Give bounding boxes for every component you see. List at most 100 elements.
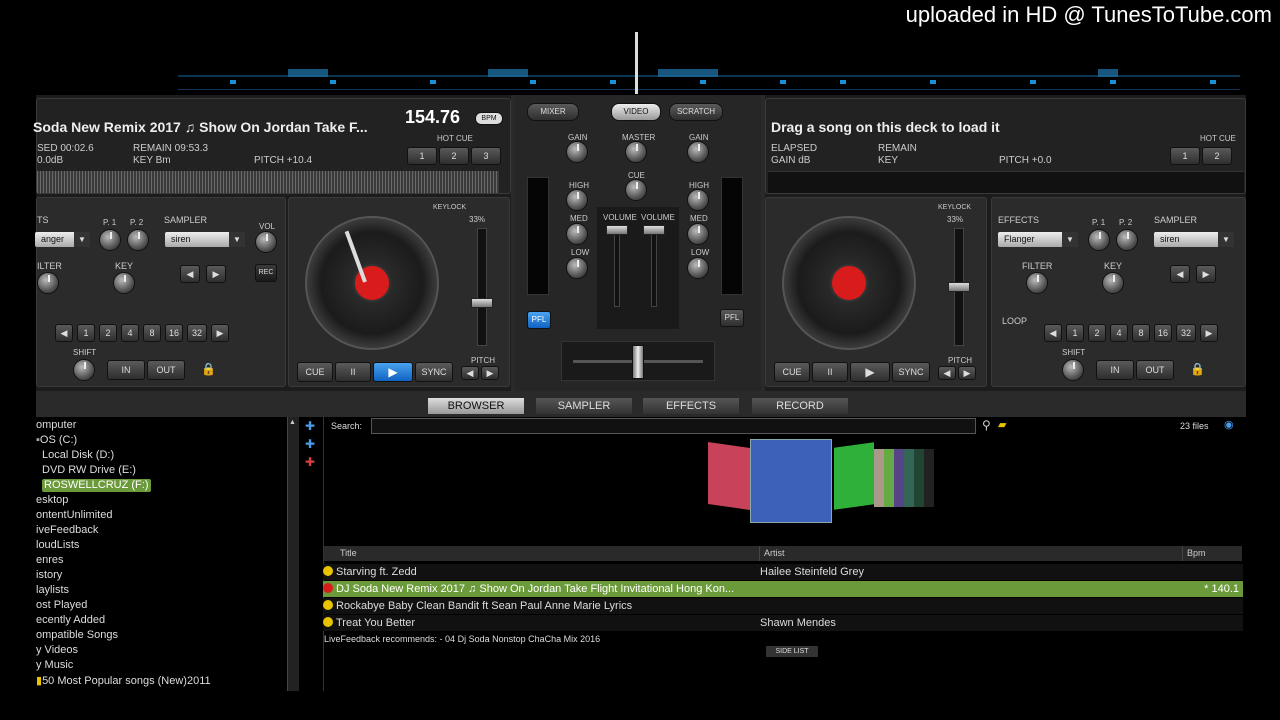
left-cue-button[interactable]: CUE	[297, 362, 333, 382]
tab-effects[interactable]: EFFECTS	[643, 398, 739, 414]
left-loop-8[interactable]: 8	[143, 324, 161, 342]
lock-icon[interactable]: 🔒	[1190, 362, 1205, 376]
volume-handle-left[interactable]	[606, 225, 628, 235]
table-row[interactable]: Treat You Better Shawn Mendes	[323, 615, 1243, 631]
right-sampler-select[interactable]: siren ▼	[1154, 232, 1234, 247]
table-row[interactable]: Rockabye Baby Clean Bandit ft Sean Paul …	[323, 598, 1243, 614]
column-title[interactable]: Title	[324, 546, 761, 561]
right-loop-16[interactable]: 16	[1154, 324, 1172, 342]
volume-handle-right[interactable]	[643, 225, 665, 235]
left-pitch-handle[interactable]	[471, 298, 493, 308]
right-sync-button[interactable]: SYNC	[892, 362, 930, 382]
album-cover[interactable]	[904, 449, 914, 507]
right-p1-knob[interactable]	[1088, 229, 1110, 251]
album-cover[interactable]	[924, 449, 934, 507]
high-knob-left[interactable]	[566, 189, 588, 211]
right-play-button[interactable]: ▶	[850, 362, 890, 382]
tab-sampler[interactable]: SAMPLER	[536, 398, 632, 414]
left-vol-knob[interactable]	[255, 231, 277, 253]
tab-browser[interactable]: BROWSER	[428, 398, 524, 414]
right-pitch-bend-down[interactable]: ◀	[938, 366, 956, 380]
right-pitch-bend-up[interactable]: ▶	[958, 366, 976, 380]
tree-item[interactable]: ost Played	[36, 599, 87, 611]
tree-item[interactable]: omputer	[36, 419, 76, 431]
right-loop-2[interactable]: 2	[1088, 324, 1106, 342]
right-loop-out[interactable]: OUT	[1136, 360, 1174, 380]
left-hot-cue-1[interactable]: 1	[407, 147, 437, 165]
left-rec-button[interactable]: REC	[255, 264, 277, 282]
tree-item[interactable]: iveFeedback	[36, 524, 98, 536]
right-loop-prev[interactable]: ◀	[1044, 324, 1062, 342]
recommendation-text[interactable]: LiveFeedback recommends: - 04 Dj Soda No…	[324, 634, 600, 644]
tree-item[interactable]: esktop	[36, 494, 68, 506]
crossfader-handle[interactable]	[632, 345, 644, 379]
left-key-knob[interactable]	[113, 272, 135, 294]
right-shift-button[interactable]	[1062, 359, 1084, 381]
left-loop-out[interactable]: OUT	[147, 360, 185, 380]
right-sampler-prev[interactable]: ◀	[1170, 265, 1190, 283]
right-loop-next[interactable]: ▶	[1200, 324, 1218, 342]
view-icon[interactable]: ◉	[1224, 418, 1234, 431]
tree-item[interactable]: istory	[36, 569, 62, 581]
tree-item[interactable]: DVD RW Drive (E:)	[42, 464, 136, 476]
left-hot-cue-3[interactable]: 3	[471, 147, 501, 165]
waveform-overview[interactable]	[178, 66, 1240, 90]
left-shift-button[interactable]	[73, 359, 95, 381]
right-hot-cue-1[interactable]: 1	[1170, 147, 1200, 165]
left-loop-in[interactable]: IN	[107, 360, 145, 380]
album-cover[interactable]	[884, 449, 894, 507]
right-effect-select[interactable]: Flanger ▼	[998, 232, 1078, 247]
pfl-button-right[interactable]: PFL	[720, 309, 744, 327]
tree-item[interactable]: ompatible Songs	[36, 629, 118, 641]
left-sampler-next[interactable]: ▶	[206, 265, 226, 283]
left-sync-button[interactable]: SYNC	[415, 362, 453, 382]
left-loop-4[interactable]: 4	[121, 324, 139, 342]
right-pitch-handle[interactable]	[948, 282, 970, 292]
left-play-button[interactable]: ▶	[373, 362, 413, 382]
search-input[interactable]	[371, 418, 976, 434]
tree-item[interactable]: ▮50 Most Popular songs (New)2011	[36, 674, 211, 687]
tree-item-selected[interactable]: ROSWELLCRUZ (F:)	[42, 479, 151, 492]
add-folder-icon[interactable]: ✚	[305, 419, 315, 433]
left-pitch-bend-down[interactable]: ◀	[461, 366, 479, 380]
right-pause-button[interactable]: II	[812, 362, 848, 382]
gain-knob-right[interactable]	[687, 141, 709, 163]
right-p2-knob[interactable]	[1116, 229, 1138, 251]
volume-fader-right[interactable]	[651, 227, 657, 307]
tree-item[interactable]: y Music	[36, 659, 73, 671]
left-sampler-select[interactable]: siren ▼	[165, 232, 245, 247]
right-loop-8[interactable]: 8	[1132, 324, 1150, 342]
column-bpm[interactable]: Bpm	[1182, 546, 1242, 561]
left-effect-select[interactable]: anger ▼	[35, 232, 90, 247]
tree-item[interactable]: enres	[36, 554, 64, 566]
table-row-selected[interactable]: DJ Soda New Remix 2017 ♫ Show On Jordan …	[323, 581, 1243, 597]
left-p2-knob[interactable]	[127, 229, 149, 251]
left-bpm-badge[interactable]: BPM	[475, 112, 503, 125]
tab-video[interactable]: VIDEO	[611, 103, 661, 121]
tree-item[interactable]: Local Disk (D:)	[42, 449, 114, 461]
left-p1-knob[interactable]	[99, 229, 121, 251]
left-waveform[interactable]	[37, 171, 499, 193]
album-cover[interactable]	[914, 449, 924, 507]
right-waveform[interactable]	[768, 171, 1244, 193]
right-cue-button[interactable]: CUE	[774, 362, 810, 382]
med-knob-right[interactable]	[687, 223, 709, 245]
right-loop-1[interactable]: 1	[1066, 324, 1084, 342]
tree-item[interactable]: ontentUnlimited	[36, 509, 112, 521]
left-hot-cue-2[interactable]: 2	[439, 147, 469, 165]
table-row[interactable]: Starving ft. Zedd Hailee Steinfeld Grey	[323, 564, 1243, 580]
tab-scratch[interactable]: SCRATCH	[669, 103, 723, 121]
left-loop-32[interactable]: 32	[187, 324, 207, 342]
tree-item[interactable]: y Videos	[36, 644, 78, 656]
add-playlist-icon[interactable]: ✚	[305, 437, 315, 451]
low-knob-left[interactable]	[566, 257, 588, 279]
right-loop-in[interactable]: IN	[1096, 360, 1134, 380]
left-loop-1[interactable]: 1	[77, 324, 95, 342]
side-list-button[interactable]: SIDE LIST	[766, 646, 818, 657]
right-loop-4[interactable]: 4	[1110, 324, 1128, 342]
tab-record[interactable]: RECORD	[752, 398, 848, 414]
album-cover[interactable]	[894, 449, 904, 507]
album-cover-selected[interactable]	[750, 439, 832, 523]
left-loop-prev[interactable]: ◀	[55, 324, 73, 342]
left-pitch-slider[interactable]	[477, 228, 487, 346]
